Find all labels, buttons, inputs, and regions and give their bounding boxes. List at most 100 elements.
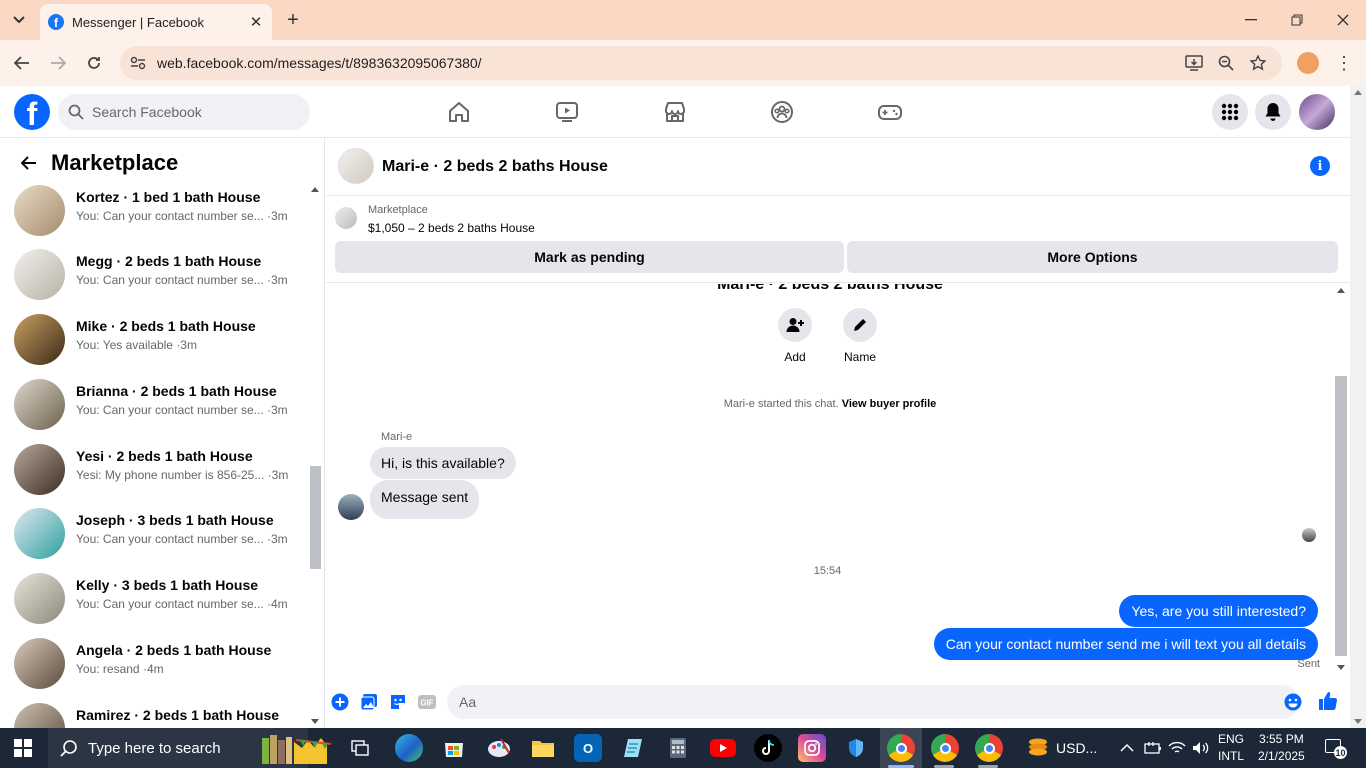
browser-profile-icon[interactable] [1297, 52, 1319, 74]
chrome-profile-icon[interactable] [931, 734, 959, 762]
mark-as-pending-button[interactable]: Mark as pending [335, 241, 844, 273]
reload-button[interactable] [82, 51, 106, 75]
facebook-search[interactable] [58, 94, 310, 130]
show-hidden-icons-chevron-icon[interactable] [1120, 728, 1134, 768]
scroll-down-arrow-icon[interactable] [1337, 665, 1345, 670]
microsoft-store-icon[interactable] [440, 734, 468, 762]
conversation-item[interactable]: Ramirez · 2 beds 1 bath House [0, 696, 306, 728]
conversation-item[interactable]: Brianna · 2 beds 1 bath House You: Can y… [0, 372, 306, 436]
name-action[interactable]: Name [835, 308, 885, 364]
bookmark-star-icon[interactable] [1248, 53, 1268, 73]
conversation-item[interactable]: Kelly · 3 beds 1 bath House You: Can you… [0, 566, 306, 630]
browser-tab-active[interactable]: f Messenger | Facebook ✕ [40, 4, 272, 40]
search-highlight-books-icon[interactable] [256, 730, 336, 766]
groups-icon[interactable] [768, 98, 796, 126]
scroll-up-arrow-icon[interactable] [1354, 90, 1362, 95]
scroll-down-arrow-icon[interactable] [311, 719, 319, 724]
add-action[interactable]: Add [770, 308, 820, 364]
scrollbar-thumb[interactable] [310, 466, 321, 569]
language-indicator[interactable]: ENG INTL [1218, 731, 1244, 765]
facebook-logo-icon[interactable]: f [14, 94, 50, 130]
back-arrow-icon[interactable] [18, 152, 40, 174]
window-restore-button[interactable] [1274, 0, 1320, 40]
task-view-icon[interactable] [346, 734, 374, 762]
scroll-up-arrow-icon[interactable] [1337, 288, 1345, 293]
conversation-item[interactable]: Angela · 2 beds 1 bath House You: resand… [0, 631, 306, 695]
new-tab-button[interactable]: + [282, 9, 304, 31]
tab-search-button[interactable] [8, 9, 30, 31]
emoji-icon[interactable] [1283, 692, 1303, 712]
youtube-icon[interactable] [709, 734, 737, 762]
photo-icon[interactable] [359, 692, 379, 712]
menu-grid-icon[interactable] [1212, 94, 1248, 130]
sidebar-scrollbar[interactable] [308, 184, 322, 728]
conversation-item[interactable]: Megg · 2 beds 1 bath House You: Can your… [0, 242, 306, 306]
notification-center-icon[interactable]: 10 [1324, 738, 1347, 759]
scroll-down-arrow-icon[interactable] [1354, 719, 1362, 724]
chat-title[interactable]: Mari-e · 2 beds 2 baths House [382, 158, 608, 176]
forward-button[interactable] [46, 51, 70, 75]
message-input[interactable] [447, 685, 1299, 719]
url-text[interactable]: web.facebook.com/messages/t/898363209506… [157, 55, 482, 71]
gif-icon[interactable]: GIF [417, 692, 437, 712]
more-options-button[interactable]: More Options [847, 241, 1338, 273]
chat-avatar[interactable] [338, 148, 374, 184]
instagram-icon[interactable] [798, 734, 826, 762]
tiktok-icon[interactable] [754, 734, 782, 762]
conversation-snippet: You: Yes available ·3m [76, 338, 197, 352]
listing-thumbnail[interactable] [335, 207, 357, 229]
marketplace-icon[interactable] [661, 98, 689, 126]
file-explorer-icon[interactable] [529, 734, 557, 762]
plus-circle-icon[interactable] [330, 692, 350, 712]
chrome-icon[interactable] [887, 734, 915, 762]
tab-close-icon[interactable]: ✕ [246, 12, 266, 32]
calculator-icon[interactable] [664, 734, 692, 762]
sticker-icon[interactable] [388, 692, 408, 712]
conversation-item[interactable]: Yesi · 2 beds 1 bath House Yesi: My phon… [0, 437, 306, 501]
back-button[interactable] [10, 51, 34, 75]
outlook-icon[interactable]: O [574, 734, 602, 762]
battery-icon[interactable] [1144, 728, 1162, 768]
conversation-item[interactable]: Mike · 2 beds 1 bath House You: Yes avai… [0, 307, 306, 371]
install-app-icon[interactable] [1184, 53, 1204, 73]
listing-price[interactable]: $1,050 – 2 beds 2 baths House [368, 221, 535, 235]
thumbs-up-icon[interactable] [1318, 691, 1338, 711]
notifications-bell-icon[interactable] [1255, 94, 1291, 130]
scrollbar-thumb[interactable] [1335, 376, 1347, 656]
conversation-item[interactable]: Joseph · 3 beds 1 bath House You: Can yo… [0, 501, 306, 565]
paint-app-icon[interactable] [485, 734, 513, 762]
volume-icon[interactable] [1192, 728, 1210, 768]
scroll-up-arrow-icon[interactable] [311, 187, 319, 192]
video-icon[interactable] [553, 98, 581, 126]
browser-menu-icon[interactable]: ⋮ [1334, 51, 1354, 75]
windows-start-icon[interactable] [14, 739, 32, 757]
view-buyer-profile-link[interactable]: View buyer profile [842, 398, 937, 410]
zoom-icon[interactable] [1216, 53, 1236, 73]
site-info-icon[interactable] [128, 53, 148, 73]
incoming-message[interactable]: Message sent [370, 480, 480, 519]
home-icon[interactable] [445, 98, 473, 126]
page-scrollbar[interactable] [1350, 86, 1366, 728]
account-avatar[interactable] [1299, 94, 1335, 130]
address-bar[interactable]: web.facebook.com/messages/t/898363209506… [120, 46, 1282, 80]
window-close-button[interactable] [1320, 0, 1366, 40]
chrome-profile-icon[interactable] [975, 734, 1003, 762]
window-minimize-button[interactable] [1228, 0, 1274, 40]
system-clock[interactable]: 3:55 PM 2/1/2025 [1258, 731, 1305, 765]
security-shield-icon[interactable] [842, 734, 870, 762]
pencil-icon[interactable] [843, 308, 877, 342]
conversation-item[interactable]: Kortez · 1 bed 1 bath House You: Can you… [0, 178, 306, 242]
add-person-icon[interactable] [778, 308, 812, 342]
info-icon[interactable]: i [1310, 156, 1330, 176]
chat-scrollbar[interactable] [1334, 284, 1348, 674]
incoming-message[interactable]: Hi, is this available? [370, 447, 516, 479]
gaming-icon[interactable] [876, 98, 904, 126]
notepad-app-icon[interactable] [619, 734, 647, 762]
wifi-icon[interactable] [1168, 728, 1186, 768]
facebook-search-input[interactable] [92, 104, 292, 120]
currency-widget[interactable]: USD... [1026, 728, 1097, 768]
outgoing-message[interactable]: Yes, are you still interested? [1119, 595, 1318, 627]
edge-browser-icon[interactable] [395, 734, 423, 762]
sender-avatar[interactable] [338, 494, 364, 520]
outgoing-message[interactable]: Can your contact number send me i will t… [933, 628, 1318, 660]
